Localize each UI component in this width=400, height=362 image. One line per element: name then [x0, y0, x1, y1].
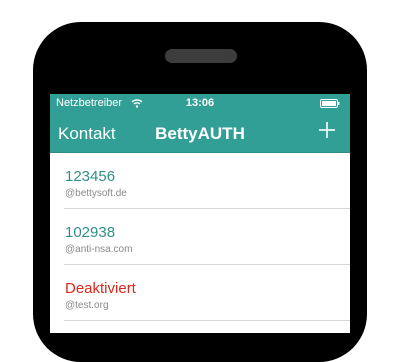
phone-speaker — [165, 49, 237, 63]
battery-icon — [320, 99, 340, 108]
account-row[interactable]: 123456 @bettysoft.de — [50, 153, 350, 209]
plus-icon[interactable] — [318, 121, 336, 139]
app-screen: Netzbetreiber 13:06 Kontakt BettyAUTH 12… — [50, 94, 350, 333]
status-bar: Netzbetreiber 13:06 — [50, 94, 350, 112]
account-list: 123456 @bettysoft.de 102938 @anti-nsa.co… — [50, 153, 350, 321]
auth-code: 102938 — [65, 224, 116, 241]
navigation-bar: Kontakt BettyAUTH — [50, 112, 350, 153]
auth-code: 123456 — [65, 168, 116, 185]
account-row[interactable]: Deaktiviert @test.org — [50, 265, 350, 321]
deactivated-status: Deaktiviert — [65, 280, 136, 297]
account-domain: @anti-nsa.com — [65, 244, 133, 255]
status-time: 13:06 — [185, 97, 215, 109]
app-title: BettyAUTH — [155, 124, 245, 143]
account-domain: @bettysoft.de — [65, 188, 127, 199]
account-row[interactable]: 102938 @anti-nsa.com — [50, 209, 350, 265]
account-domain: @test.org — [65, 300, 109, 311]
